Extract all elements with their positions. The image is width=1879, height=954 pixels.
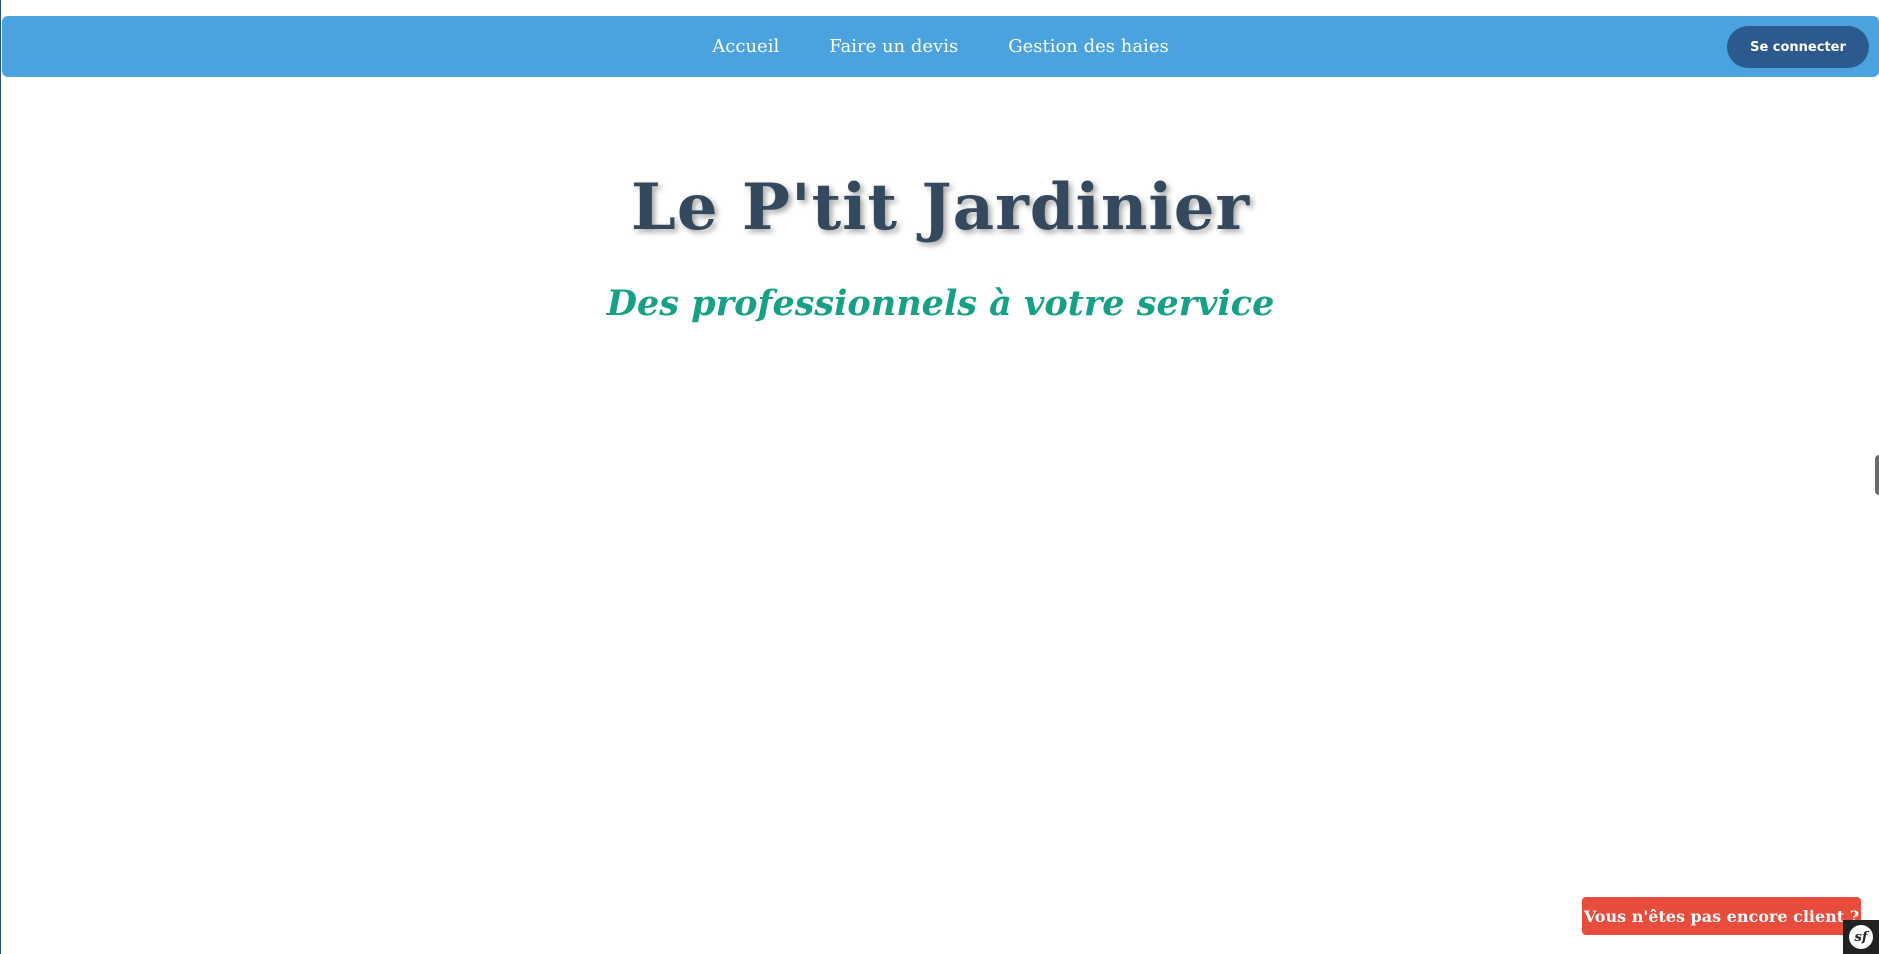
- side-tab-handle[interactable]: [1875, 455, 1879, 495]
- nav-link-faire-un-devis[interactable]: Faire un devis: [829, 36, 958, 57]
- nav-links: Accueil Faire un devis Gestion des haies: [2, 16, 1879, 77]
- not-yet-client-button[interactable]: Vous n'êtes pas encore client ?: [1582, 897, 1861, 935]
- page: Accueil Faire un devis Gestion des haies…: [0, 0, 1879, 954]
- login-button[interactable]: Se connecter: [1727, 26, 1869, 68]
- navbar: Accueil Faire un devis Gestion des haies…: [2, 16, 1879, 77]
- page-subtitle: Des professionnels à votre service: [606, 283, 1275, 324]
- symfony-toolbar-toggle[interactable]: sf: [1843, 920, 1879, 954]
- nav-link-gestion-des-haies[interactable]: Gestion des haies: [1008, 36, 1169, 57]
- nav-link-accueil[interactable]: Accueil: [712, 36, 779, 57]
- symfony-icon: sf: [1849, 925, 1873, 949]
- page-title: Le P'tit Jardinier: [630, 170, 1251, 245]
